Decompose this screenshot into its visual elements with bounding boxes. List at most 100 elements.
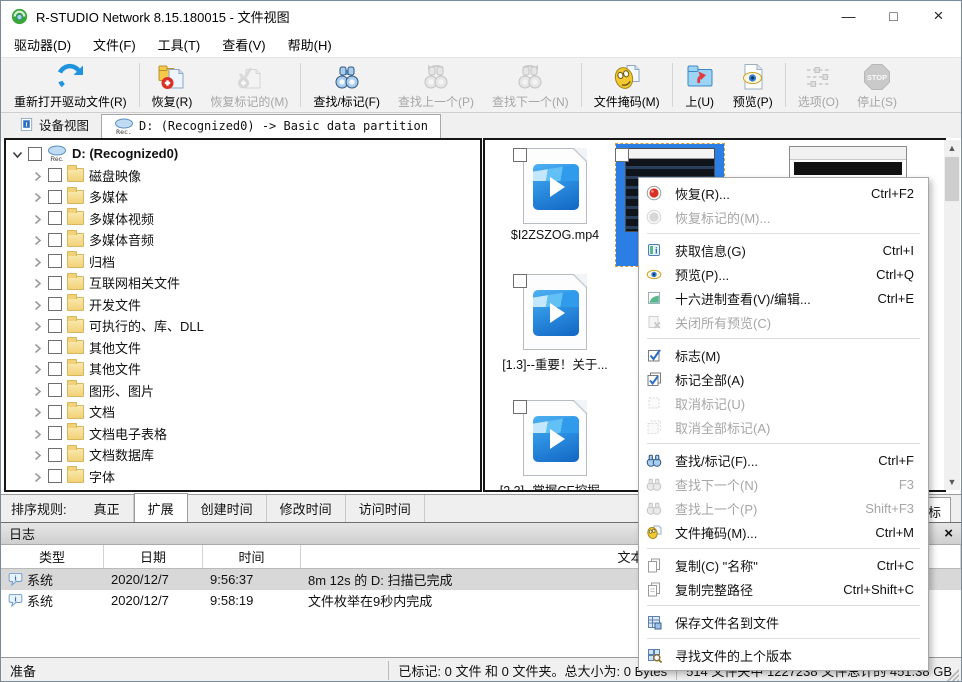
chevron-right-icon[interactable] xyxy=(32,213,43,224)
sort-tab-3[interactable]: 修改时间 xyxy=(267,495,346,522)
toolbar-button-options[interactable]: 选项(O) xyxy=(789,60,848,110)
tree-folder-row[interactable]: 文档数据库 xyxy=(6,444,480,466)
tree-folder-checkbox[interactable] xyxy=(48,190,62,204)
menu-item-2[interactable]: 工具(T) xyxy=(147,32,212,57)
tree-folder-row[interactable]: 开发文件 xyxy=(6,294,480,316)
tree-folder-row[interactable]: 多媒体音频 xyxy=(6,229,480,251)
menu-item-1[interactable]: 文件(F) xyxy=(82,32,147,57)
file-item[interactable]: [1.3]--重要！关于... xyxy=(491,270,619,392)
log-column-header-0[interactable]: 类型 xyxy=(1,545,104,568)
tree-folder-row[interactable]: 其他文件 xyxy=(6,337,480,359)
tree-root-checkbox[interactable] xyxy=(28,147,42,161)
file-item[interactable]: [2.3]--掌握CE挖掘... xyxy=(491,396,619,492)
chevron-right-icon[interactable] xyxy=(32,428,43,439)
context-menu-item-mark[interactable]: 标志(M) xyxy=(639,343,928,367)
context-menu-item-close-previews[interactable]: 关闭所有预览(C) xyxy=(639,310,928,334)
tab-device-view[interactable]: i 设备视图 xyxy=(7,112,101,138)
tree-folder-checkbox[interactable] xyxy=(48,276,62,290)
sort-tab-1[interactable]: 扩展 xyxy=(134,493,188,525)
tree-folder-row[interactable]: 互联网相关文件 xyxy=(6,272,480,294)
tree-folder-checkbox[interactable] xyxy=(48,405,62,419)
tree-folder-checkbox[interactable] xyxy=(48,168,62,182)
chevron-right-icon[interactable] xyxy=(32,191,43,202)
context-menu-item-recover-marked-small[interactable]: 恢复标记的(M)... xyxy=(639,205,928,229)
chevron-right-icon[interactable] xyxy=(32,277,43,288)
context-menu-item-copy-path[interactable]: 复制完整路径Ctrl+Shift+C xyxy=(639,577,928,601)
sort-tab-2[interactable]: 创建时间 xyxy=(188,495,267,522)
toolbar-button-up[interactable]: 上(U) xyxy=(676,60,724,110)
context-menu-item-preview-small[interactable]: 预览(P)...Ctrl+Q xyxy=(639,262,928,286)
toolbar-button-preview[interactable]: 预览(P) xyxy=(724,60,782,110)
context-menu-item-mark-all[interactable]: 标记全部(A) xyxy=(639,367,928,391)
close-button[interactable]: × xyxy=(916,1,961,31)
context-menu-item-find-previous-small[interactable]: 查找上一个(P)Shift+F3 xyxy=(639,496,928,520)
resize-grip[interactable] xyxy=(947,669,959,681)
tree-folder-row[interactable]: 字体 xyxy=(6,466,480,488)
chevron-right-icon[interactable] xyxy=(32,471,43,482)
context-menu-item-file-mask-small[interactable]: 文件掩码(M)...Ctrl+M xyxy=(639,520,928,544)
chevron-right-icon[interactable] xyxy=(32,320,43,331)
tree-folder-row[interactable]: 可执行的、库、DLL xyxy=(6,315,480,337)
log-column-header-1[interactable]: 日期 xyxy=(104,545,203,568)
vertical-scrollbar[interactable]: ▲ ▼ xyxy=(944,140,960,490)
toolbar-button-find-mark[interactable]: 查找/标记(F) xyxy=(304,60,389,110)
tree-folder-checkbox[interactable] xyxy=(48,469,62,483)
tree-folder-row[interactable]: 多媒体视频 xyxy=(6,208,480,230)
tree-folder-checkbox[interactable] xyxy=(48,211,62,225)
chevron-down-icon[interactable] xyxy=(12,148,23,159)
context-menu-item-info[interactable]: i获取信息(G)Ctrl+I xyxy=(639,238,928,262)
tree-folder-row[interactable]: 磁盘映像 xyxy=(6,165,480,187)
minimize-button[interactable]: — xyxy=(826,1,871,31)
log-close-icon[interactable]: × xyxy=(944,526,953,541)
sort-tab-0[interactable]: 真正 xyxy=(81,495,134,522)
file-item[interactable]: $I2ZSZOG.mp4 xyxy=(491,144,619,266)
tree-folder-row[interactable]: 多媒体 xyxy=(6,186,480,208)
chevron-right-icon[interactable] xyxy=(32,449,43,460)
tree-folder-row[interactable]: 其他文件 xyxy=(6,358,480,380)
tree-folder-checkbox[interactable] xyxy=(48,362,62,376)
tree-folder-checkbox[interactable] xyxy=(48,426,62,440)
file-checkbox[interactable] xyxy=(513,148,527,162)
chevron-right-icon[interactable] xyxy=(32,170,43,181)
menu-item-0[interactable]: 驱动器(D) xyxy=(3,32,82,57)
chevron-right-icon[interactable] xyxy=(32,363,43,374)
tree-folder-checkbox[interactable] xyxy=(48,254,62,268)
toolbar-button-file-mask[interactable]: 文件掩码(M) xyxy=(585,60,669,110)
tree-folder-row[interactable]: 归档 xyxy=(6,251,480,273)
context-menu-item-find-previous-version[interactable]: 寻找文件的上个版本 xyxy=(639,643,928,667)
tab-partition[interactable]: Rec. D: (Recognized0) -> Basic data part… xyxy=(101,114,441,138)
scroll-down-arrow[interactable]: ▼ xyxy=(944,474,960,490)
file-checkbox[interactable] xyxy=(615,148,629,162)
chevron-right-icon[interactable] xyxy=(32,342,43,353)
file-checkbox[interactable] xyxy=(513,400,527,414)
tree-folder-checkbox[interactable] xyxy=(48,340,62,354)
chevron-right-icon[interactable] xyxy=(32,299,43,310)
chevron-right-icon[interactable] xyxy=(32,385,43,396)
tree-folder-checkbox[interactable] xyxy=(48,383,62,397)
context-menu-item-unmark[interactable]: 取消标记(U) xyxy=(639,391,928,415)
tree-folder-checkbox[interactable] xyxy=(48,233,62,247)
menu-item-3[interactable]: 查看(V) xyxy=(211,32,276,57)
context-menu-item-find-next-small[interactable]: 查找下一个(N)F3 xyxy=(639,472,928,496)
menu-item-4[interactable]: 帮助(H) xyxy=(277,32,343,57)
context-menu-item-save-filenames[interactable]: 保存文件名到文件 xyxy=(639,610,928,634)
chevron-right-icon[interactable] xyxy=(32,234,43,245)
scrollbar-thumb[interactable] xyxy=(945,157,959,201)
tree-folder-row[interactable]: 文档电子表格 xyxy=(6,423,480,445)
tree-folder-row[interactable]: 图形、图片 xyxy=(6,380,480,402)
chevron-right-icon[interactable] xyxy=(32,256,43,267)
tree-folder-checkbox[interactable] xyxy=(48,448,62,462)
context-menu-item-unmark-all[interactable]: 取消全部标记(A) xyxy=(639,415,928,439)
log-column-header-2[interactable]: 时间 xyxy=(203,545,301,568)
tree-folder-row[interactable]: 文档 xyxy=(6,401,480,423)
context-menu-item-recover-small[interactable]: 恢复(R)...Ctrl+F2 xyxy=(639,181,928,205)
context-menu-item-find-mark-small[interactable]: 查找/标记(F)...Ctrl+F xyxy=(639,448,928,472)
context-menu-item-hex-view[interactable]: 十六进制查看(V)/编辑...Ctrl+E xyxy=(639,286,928,310)
scroll-up-arrow[interactable]: ▲ xyxy=(944,140,960,156)
maximize-button[interactable]: □ xyxy=(871,1,916,31)
tree-root-row[interactable]: Rec.D: (Recognized0) xyxy=(6,143,480,165)
toolbar-button-find-previous[interactable]: 查找上一个(P) xyxy=(389,60,483,110)
file-checkbox[interactable] xyxy=(513,274,527,288)
toolbar-button-find-next[interactable]: 查找下一个(N) xyxy=(483,60,578,110)
sort-tab-4[interactable]: 访问时间 xyxy=(346,495,425,522)
